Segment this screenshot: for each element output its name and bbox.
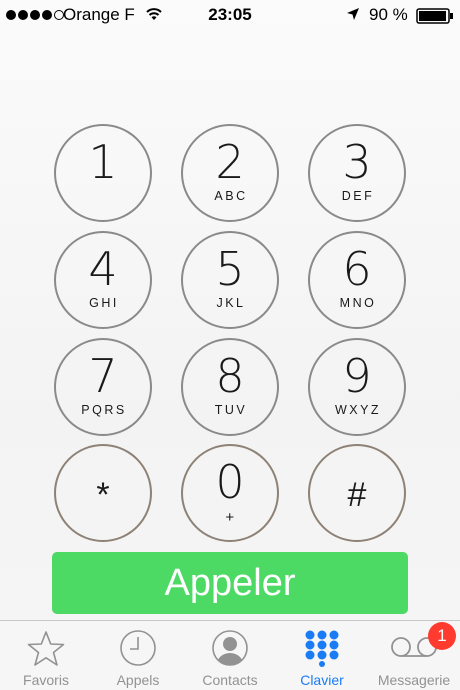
battery-icon [416,8,453,24]
key-0[interactable]: 0 + [181,444,279,542]
tab-label: Appels [116,672,160,688]
key-9[interactable]: 9 WXYZ [308,338,406,436]
tab-recents[interactable]: Appels [92,621,184,690]
battery-percentage: 90 % [369,5,408,24]
keypad-icon [305,630,339,667]
key-3[interactable]: 3 DEF [308,124,406,222]
key-letters: JKL [216,296,246,310]
key-4[interactable]: 4 GHI [54,231,152,329]
key-8[interactable]: 8 TUV [181,338,279,436]
key-letters: GHI [89,296,119,310]
key-digit: 0 [215,455,245,509]
key-symbol: * [96,476,110,514]
key-letters: PQRS [81,403,127,417]
tab-keypad[interactable]: Clavier [276,621,368,690]
key-letters: MNO [339,296,377,310]
key-digit: 6 [342,242,372,296]
key-6[interactable]: 6 MNO [308,231,406,329]
phone-screen: Orange F 23:05 90 % 1 2 ABC 3 DEF 4 GHI … [0,0,460,690]
key-7[interactable]: 7 PQRS [54,338,152,436]
key-digit: 7 [88,349,118,403]
key-letters [102,189,104,203]
contact-icon [212,630,248,666]
key-digit: 2 [215,135,245,189]
tab-label: Contacts [202,672,258,688]
key-letters: WXYZ [334,403,382,417]
key-letters: TUV [214,403,248,417]
tab-label: Clavier [300,672,344,688]
key-letters: ABC [214,189,248,203]
clock-icon [120,630,156,666]
key-pound[interactable]: # [308,444,406,542]
key-digit: 9 [342,349,372,403]
location-arrow-icon [347,8,359,20]
key-1[interactable]: 1 [54,124,152,222]
key-5[interactable]: 5 JKL [181,231,279,329]
tab-favorites[interactable]: Favoris [0,621,92,690]
key-letters: + [225,509,237,526]
key-digit: 1 [88,135,118,189]
status-bar: Orange F 23:05 90 % [0,0,460,30]
key-letters: DEF [341,189,375,203]
key-digit: 3 [342,135,372,189]
star-icon [27,631,65,666]
key-star[interactable]: * [54,444,152,542]
tab-label: Messagerie [377,672,451,688]
call-button[interactable]: Appeler [52,552,408,614]
key-2[interactable]: 2 ABC [181,124,279,222]
key-digit: 4 [88,242,118,296]
key-digit: 8 [215,349,245,403]
key-digit: 5 [215,242,245,296]
key-symbol: # [347,476,367,514]
voicemail-badge: 1 [428,622,456,650]
tab-label: Favoris [23,672,69,688]
tab-bar: Favoris Appels Contacts Clavier Messager… [0,620,460,690]
tab-contacts[interactable]: Contacts [184,621,276,690]
